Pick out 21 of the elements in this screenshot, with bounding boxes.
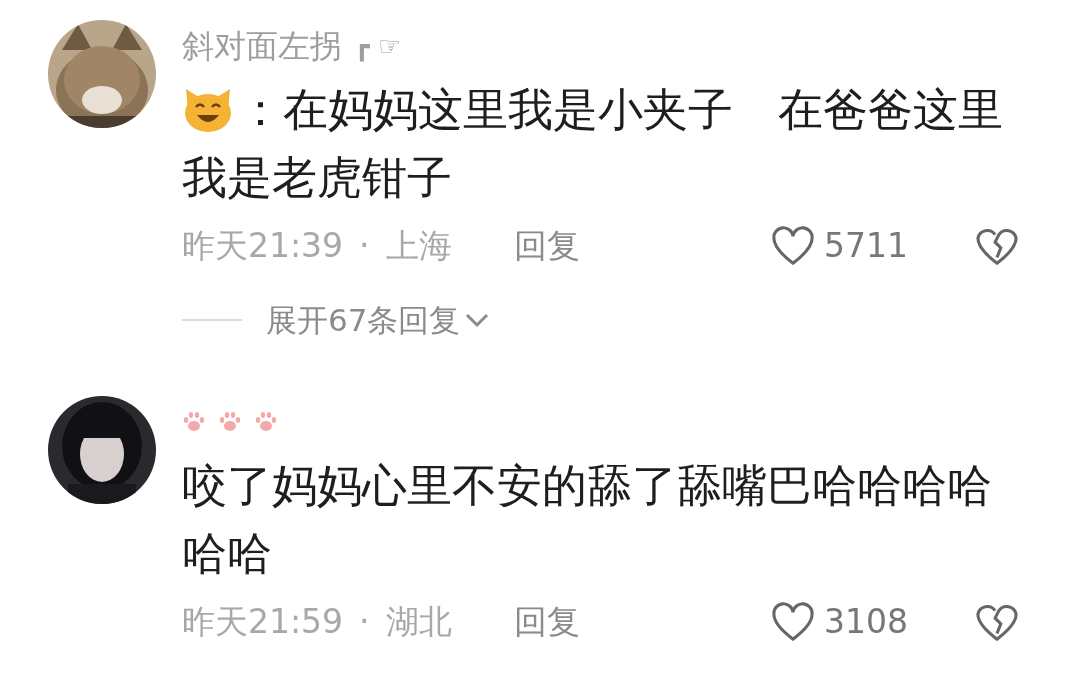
paw-icon <box>182 411 206 433</box>
like-count: 3108 <box>824 601 909 644</box>
heart-icon[interactable] <box>770 601 816 643</box>
like-count: 5711 <box>824 225 909 268</box>
reply-button[interactable]: 回复 <box>513 597 580 647</box>
separator-dot: · <box>359 225 370 268</box>
reply-button[interactable]: 回复 <box>513 221 580 271</box>
username-symbols: ┏ ☞ <box>354 29 402 64</box>
expand-replies-button[interactable]: 展开67条回复 <box>266 296 491 344</box>
comment-text: 咬了妈妈心里不安的舔了舔嘴巴哈哈哈哈哈哈 <box>182 458 993 582</box>
comment-location: 湖北 <box>385 601 453 644</box>
username[interactable]: 斜对面左拐 <box>182 22 342 70</box>
comment-time: 昨天21:39 <box>182 225 344 268</box>
comment-time: 昨天21:59 <box>182 601 344 644</box>
chevron-down-icon <box>464 312 491 328</box>
heart-icon[interactable] <box>770 225 816 267</box>
comment-text: ：在妈妈这里我是小夹子 在爸爸这里我是老虎钳子 <box>182 82 1004 206</box>
separator-dot: · <box>359 601 370 644</box>
paw-icon <box>254 411 278 433</box>
paw-icon <box>218 411 242 433</box>
comment-location: 上海 <box>385 225 453 268</box>
